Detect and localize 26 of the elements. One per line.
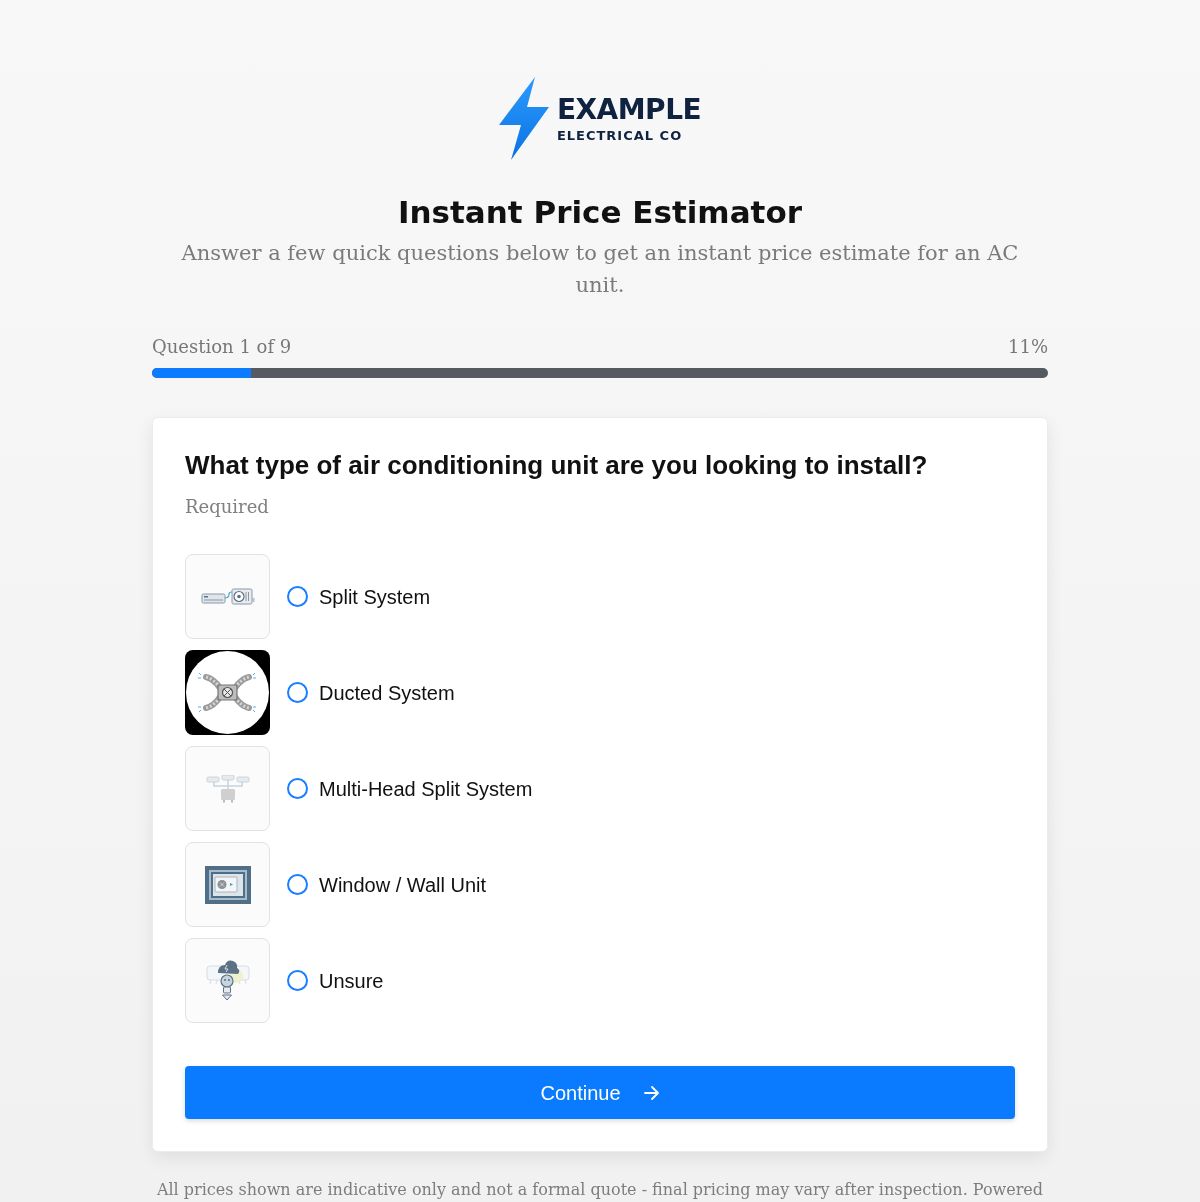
question-text: What type of air conditioning unit are you looking to install? <box>185 450 929 482</box>
page-subtitle: Answer a few quick questions below to get an instant price estimate for an AC unit. <box>180 240 1020 300</box>
required-note: Required <box>185 495 270 520</box>
option-label[interactable]: Split System <box>319 581 431 612</box>
radio-button[interactable] <box>287 586 308 608</box>
progress-label: Question 1 of 9 <box>152 335 292 360</box>
radio-button[interactable] <box>287 682 308 704</box>
multi-head-system-icon <box>205 774 250 803</box>
radio-button[interactable] <box>287 874 308 896</box>
logo-tagline: ELECTRICAL CO <box>556 128 684 142</box>
radio-button[interactable] <box>287 970 308 992</box>
continue-button[interactable]: Continue <box>185 1066 1015 1120</box>
radio-button[interactable] <box>287 778 308 800</box>
option-label[interactable]: Unsure <box>319 965 384 996</box>
disclaimer-text: All prices shown are indicative only and not a formal quote - final pricing may vary after inspection. Powered <box>155 1180 1045 1200</box>
progress-percent: 11% <box>1008 335 1048 360</box>
lightning-bolt-icon <box>498 77 549 160</box>
option-label[interactable]: Window / Wall Unit <box>319 869 487 900</box>
split-system-icon <box>200 587 255 606</box>
window-unit-icon <box>204 865 251 904</box>
logo-wordmark: EXAMPLE <box>556 95 702 124</box>
option-label[interactable]: Multi-Head Split System <box>319 773 533 804</box>
option-label[interactable]: Ducted System <box>319 677 455 708</box>
ducted-system-icon <box>185 650 270 736</box>
page-title: Instant Price Estimator <box>397 194 803 232</box>
arrow-right-icon <box>643 1085 660 1100</box>
